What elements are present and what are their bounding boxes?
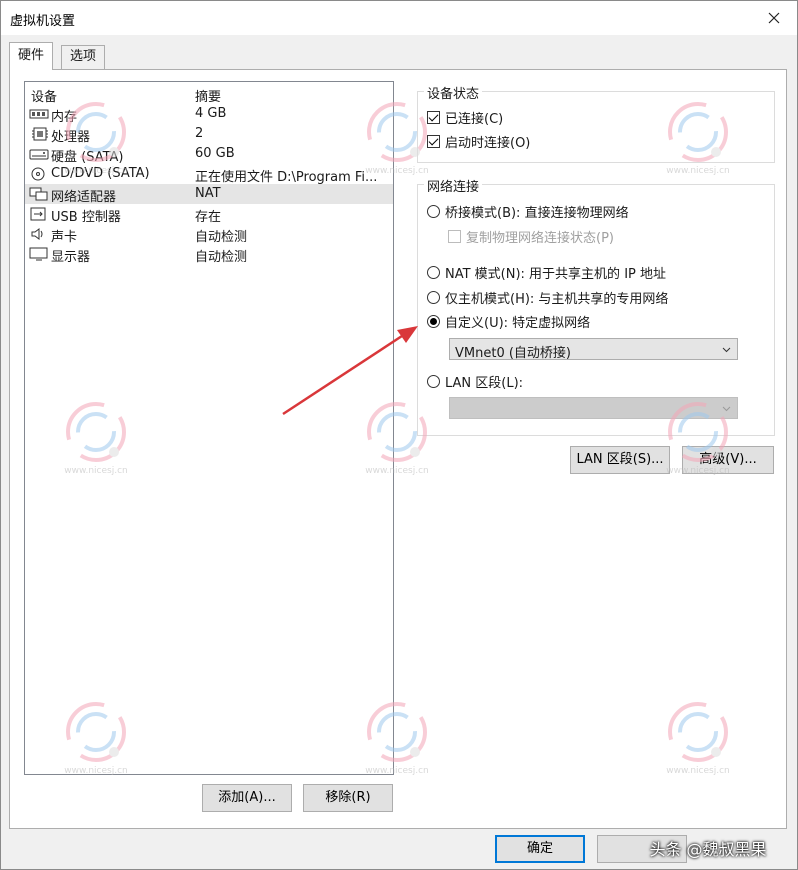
nat-label: NAT 模式(N): 用于共享主机的 IP 地址 xyxy=(445,267,667,282)
close-icon xyxy=(768,12,780,24)
cd-dvd-icon xyxy=(31,167,45,181)
device-summary: 正在使用文件 D:\Program Fi... xyxy=(195,170,378,185)
column-header-summary[interactable]: 摘要 xyxy=(195,86,221,105)
device-row-usb[interactable]: USB 控制器 存在 xyxy=(25,204,393,225)
custom-label: 自定义(U): 特定虚拟网络 xyxy=(445,316,591,331)
radio-circle xyxy=(427,291,440,304)
replicate-state-checkbox[interactable]: 复制物理网络连接状态(P) xyxy=(448,227,614,246)
memory-icon xyxy=(29,109,49,119)
connected-checkbox[interactable]: 已连接(C) xyxy=(427,108,503,127)
tab-options[interactable]: 选项 xyxy=(61,45,106,69)
network-adapter-icon xyxy=(29,187,48,201)
host-only-radio[interactable]: 仅主机模式(H): 与主机共享的专用网络 xyxy=(427,288,668,307)
device-summary: 4 GB xyxy=(195,106,227,121)
checkbox-box xyxy=(448,230,461,243)
device-row-display[interactable]: 显示器 自动检测 xyxy=(25,244,393,265)
title-bar: 虚拟机设置 xyxy=(1,1,797,35)
device-name: 硬盘 (SATA) xyxy=(51,150,124,165)
device-status-group: 设备状态 已连接(C) 启动时连接(O) xyxy=(417,83,775,163)
usb-icon xyxy=(30,207,46,221)
lan-segment-radio[interactable]: LAN 区段(L): xyxy=(427,372,523,391)
device-summary: NAT xyxy=(195,186,221,201)
device-row-memory[interactable]: 内存 4 GB xyxy=(25,104,393,125)
device-row-processor[interactable]: 处理器 2 xyxy=(25,124,393,145)
ok-button[interactable]: 确定 xyxy=(495,835,585,863)
processor-icon xyxy=(32,127,48,141)
replicate-state-label: 复制物理网络连接状态(P) xyxy=(466,231,614,246)
device-name: 内存 xyxy=(51,110,78,125)
device-status-label: 设备状态 xyxy=(424,83,483,102)
sound-card-icon xyxy=(31,228,43,240)
device-summary: 60 GB xyxy=(195,146,235,161)
lan-segments-button[interactable]: LAN 区段(S)... xyxy=(570,446,670,474)
add-device-button[interactable]: 添加(A)... xyxy=(202,784,292,812)
connect-at-power-on-label: 启动时连接(O) xyxy=(445,136,531,151)
bridged-radio[interactable]: 桥接模式(B): 直接连接物理网络 xyxy=(427,202,629,221)
network-connection-label: 网络连接 xyxy=(424,176,483,195)
bridged-label: 桥接模式(B): 直接连接物理网络 xyxy=(445,206,629,221)
device-row-sound-card[interactable]: 声卡 自动检测 xyxy=(25,224,393,245)
lan-segment-select[interactable] xyxy=(449,397,738,419)
device-row-hard-disk[interactable]: 硬盘 (SATA) 60 GB xyxy=(25,144,393,165)
radio-circle xyxy=(427,266,440,279)
custom-network-select[interactable]: VMnet0 (自动桥接) xyxy=(449,338,738,361)
device-name: 声卡 xyxy=(51,230,78,245)
window-title: 虚拟机设置 xyxy=(10,14,76,29)
remove-device-button[interactable]: 移除(R) xyxy=(303,784,393,812)
chevron-down-icon xyxy=(722,347,731,353)
device-name: 处理器 xyxy=(51,130,91,145)
network-connection-group: 网络连接 桥接模式(B): 直接连接物理网络 复制物理网络连接状态(P) NAT… xyxy=(417,176,775,436)
device-name: CD/DVD (SATA) xyxy=(51,166,150,181)
radio-circle xyxy=(427,375,440,388)
tab-hardware-label: 硬件 xyxy=(18,48,45,63)
vm-settings-window: 虚拟机设置 硬件 选项 设备 摘要 内存 4 GB 处理器 2 硬盘 (SATA… xyxy=(0,0,798,870)
radio-circle xyxy=(427,205,440,218)
custom-radio[interactable]: 自定义(U): 特定虚拟网络 xyxy=(427,312,590,331)
connected-label: 已连接(C) xyxy=(445,112,504,127)
device-summary: 自动检测 xyxy=(195,230,248,245)
device-row-network-adapter[interactable]: 网络适配器 NAT xyxy=(25,184,393,205)
device-name: 网络适配器 xyxy=(51,190,117,205)
device-list: 设备 摘要 内存 4 GB 处理器 2 硬盘 (SATA) 60 GB CD/D… xyxy=(24,81,394,775)
lan-segment-label: LAN 区段(L): xyxy=(445,376,524,391)
hard-disk-icon xyxy=(29,149,49,160)
credit-overlay: 头条 @魏叔黑果 xyxy=(649,840,767,859)
custom-network-value: VMnet0 (自动桥接) xyxy=(455,346,571,361)
device-name: USB 控制器 xyxy=(51,210,121,225)
tab-hardware[interactable]: 硬件 xyxy=(9,42,54,70)
checkbox-box xyxy=(427,111,440,124)
checkbox-box xyxy=(427,135,440,148)
close-button[interactable] xyxy=(751,1,797,35)
device-name: 显示器 xyxy=(51,250,91,265)
nat-radio[interactable]: NAT 模式(N): 用于共享主机的 IP 地址 xyxy=(427,263,666,282)
radio-circle xyxy=(427,315,440,328)
advanced-button[interactable]: 高级(V)... xyxy=(682,446,774,474)
tab-options-label: 选项 xyxy=(70,49,97,64)
device-summary: 存在 xyxy=(195,210,222,225)
display-icon xyxy=(29,247,48,261)
column-header-device[interactable]: 设备 xyxy=(31,86,57,105)
device-summary: 2 xyxy=(195,126,204,141)
device-list-header: 设备 摘要 xyxy=(25,82,393,105)
device-summary: 自动检测 xyxy=(195,250,248,265)
device-row-cd-dvd[interactable]: CD/DVD (SATA) 正在使用文件 D:\Program Fi... xyxy=(25,164,393,185)
chevron-down-icon xyxy=(722,406,731,412)
connect-at-power-on-checkbox[interactable]: 启动时连接(O) xyxy=(427,132,530,151)
host-only-label: 仅主机模式(H): 与主机共享的专用网络 xyxy=(445,292,669,307)
